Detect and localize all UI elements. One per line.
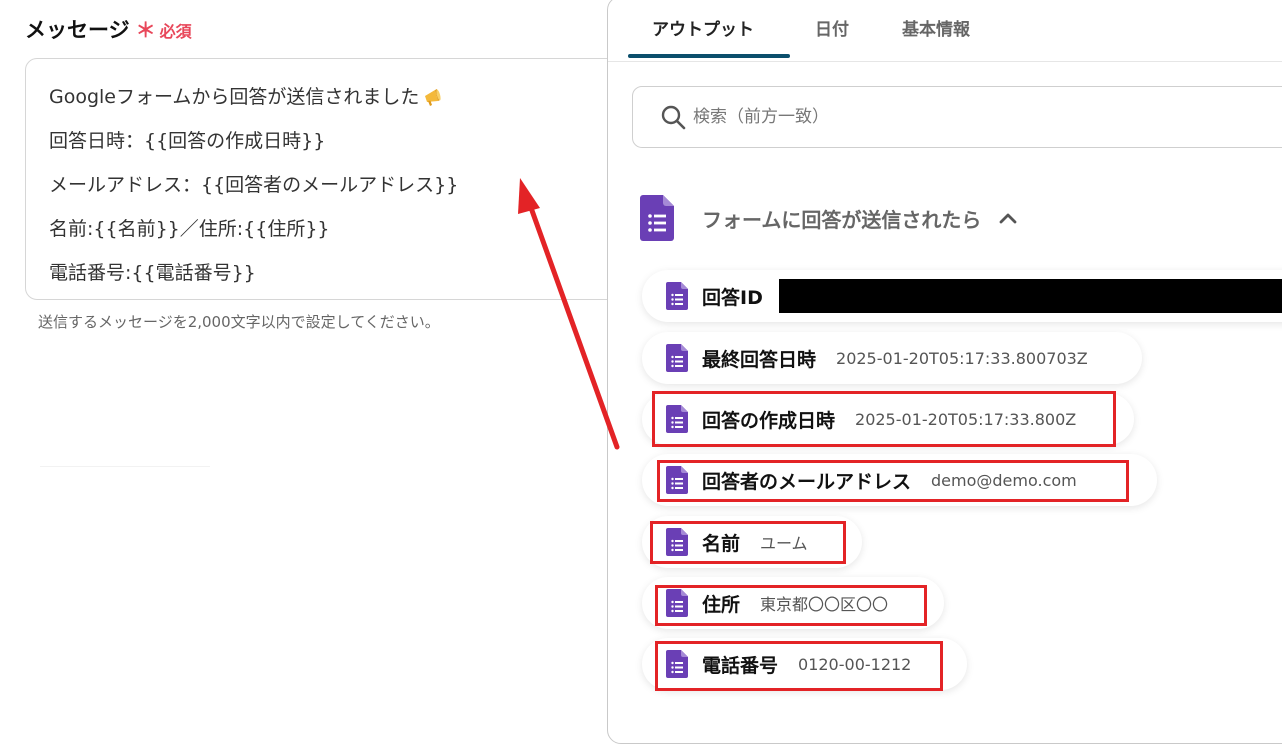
active-tab-indicator — [628, 54, 790, 58]
output-item-address[interactable]: 住所 東京都〇〇区〇〇 — [642, 577, 944, 629]
message-content: Googleフォームから回答が送信されました 回答日時：{{回答の作成日時}} … — [49, 75, 458, 295]
tab-output[interactable]: アウトプット — [652, 15, 754, 40]
item-label: 回答ID — [702, 286, 763, 309]
section-title: フォームに回答が送信されたら — [702, 207, 982, 232]
message-line: 名前:{{名前}}／住所:{{住所}} — [49, 218, 330, 240]
tab-date[interactable]: 日付 — [815, 15, 849, 40]
megaphone-icon — [425, 89, 442, 106]
search-box[interactable] — [632, 86, 1282, 148]
item-value: ユーム — [760, 534, 808, 553]
google-forms-icon — [666, 282, 688, 310]
google-forms-icon — [666, 405, 688, 433]
item-label: 電話番号 — [702, 654, 779, 677]
item-value: 2025-01-20T05:17:33.800Z — [855, 409, 1077, 429]
redacted-value — [778, 279, 1282, 313]
search-icon — [661, 105, 686, 130]
tab-basic-info[interactable]: 基本情報 — [902, 15, 970, 40]
message-line: Googleフォームから回答が送信されました — [49, 75, 458, 119]
output-item-respondent-email[interactable]: 回答者のメールアドレス demo@demo.com — [642, 454, 1157, 506]
item-label: 回答の作成日時 — [702, 409, 836, 432]
item-value: 2025-01-20T05:17:33.800703Z — [836, 348, 1088, 368]
google-forms-icon — [666, 344, 688, 372]
google-forms-icon — [640, 195, 674, 241]
output-item-name[interactable]: 名前 ユーム — [642, 516, 862, 568]
item-label: 名前 — [702, 532, 741, 555]
google-forms-icon — [666, 528, 688, 556]
search-input[interactable] — [691, 106, 1095, 128]
message-line: 回答日時：{{回答の作成日時}} — [49, 130, 326, 152]
message-line: 電話番号:{{電話番号}} — [49, 262, 256, 284]
item-value: 東京都〇〇区〇〇 — [760, 595, 889, 614]
item-label: 回答者のメールアドレス — [702, 470, 912, 493]
chevron-up-icon[interactable] — [997, 207, 1019, 229]
google-forms-icon — [666, 589, 688, 617]
google-forms-icon — [666, 650, 688, 678]
output-item-phone[interactable]: 電話番号 0120-00-1212 — [642, 638, 967, 690]
message-textarea[interactable]: Googleフォームから回答が送信されました 回答日時：{{回答の作成日時}} … — [25, 58, 625, 300]
required-badge: 必須 — [159, 22, 192, 41]
divider — [40, 466, 210, 467]
output-item-last-response-time[interactable]: 最終回答日時 2025-01-20T05:17:33.800703Z — [642, 332, 1142, 384]
tab-bar: アウトプット 日付 基本情報 — [608, 0, 1282, 62]
item-label: 住所 — [702, 593, 741, 616]
message-hint: 送信するメッセージを2,000文字以内で設定してください。 — [38, 313, 440, 331]
item-value: 0120-00-1212 — [798, 654, 912, 674]
message-label-text: メッセージ — [25, 18, 130, 42]
output-item-response-id[interactable]: 回答ID — [642, 270, 1282, 322]
message-line: メールアドレス：{{回答者のメールアドレス}} — [49, 174, 459, 196]
message-field-label: メッセージ ＊ 必須 — [25, 14, 192, 44]
message-line-text: Googleフォームから回答が送信されました — [49, 86, 420, 108]
item-label: 最終回答日時 — [702, 348, 817, 371]
required-asterisk: ＊ — [135, 18, 156, 42]
output-panel: アウトプット 日付 基本情報 フォームに回答が送信されたら — [607, 0, 1282, 744]
google-forms-icon — [666, 466, 688, 494]
item-value: demo@demo.com — [931, 470, 1077, 490]
section-header[interactable]: フォームに回答が送信されたら — [640, 195, 1019, 241]
output-item-response-created-time[interactable]: 回答の作成日時 2025-01-20T05:17:33.800Z — [642, 393, 1134, 445]
